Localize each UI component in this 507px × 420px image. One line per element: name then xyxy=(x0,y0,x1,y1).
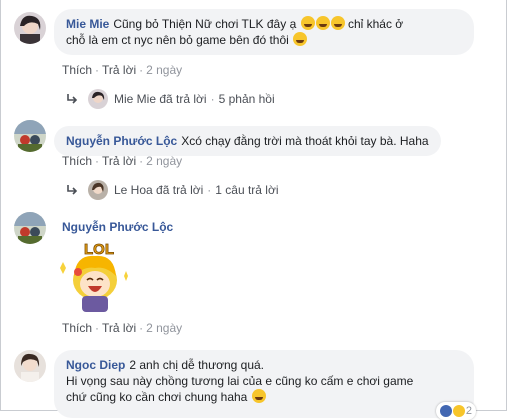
comment-author[interactable]: Ngoc Diep xyxy=(66,358,125,372)
reaction-count: 2 xyxy=(465,405,472,417)
reaction-summary[interactable]: 2 xyxy=(435,402,476,420)
reply-arrow-icon xyxy=(67,94,78,104)
comment-text: chứ cũng ko cần chơi chung haha xyxy=(66,390,248,404)
comment-author[interactable]: Nguyễn Phước Lộc xyxy=(62,220,173,234)
reply-link[interactable]: Trả lời xyxy=(102,321,136,335)
laugh-emoji-icon xyxy=(330,16,345,30)
sticker-caption: LOL xyxy=(84,241,114,258)
comment-actions: Thích · Trả lời · 2 ngày xyxy=(62,63,183,77)
laugh-emoji-icon xyxy=(315,16,330,30)
haha-reaction-icon xyxy=(452,405,465,417)
like-link[interactable]: Thích xyxy=(62,63,92,77)
avatar xyxy=(88,180,108,200)
lol-sticker: LOL xyxy=(54,236,136,316)
view-replies[interactable]: Le Hoa đã trả lời · 1 câu trả lời xyxy=(66,180,279,200)
grin-emoji-icon xyxy=(251,389,266,403)
like-link[interactable]: Thích xyxy=(62,321,92,335)
comment-bubble: Nguyễn Phước Lộc Xcó chạy đằng trời mà th… xyxy=(54,126,441,156)
comment-text: chỗ là em ct nyc nên bỏ game bên đó thôi xyxy=(66,33,289,47)
avatar[interactable] xyxy=(14,12,46,44)
timestamp[interactable]: 2 ngày xyxy=(146,154,182,168)
comment-actions: Thích · Trả lời · 2 ngày xyxy=(62,321,183,335)
comment-text: Cũng bỏ Thiện Nữ chơi TLK đây ạ xyxy=(113,17,297,31)
reply-author: Mie Mie xyxy=(114,92,157,106)
reply-author: Le Hoa xyxy=(114,183,153,197)
avatar[interactable] xyxy=(14,350,46,382)
comment-text: Hi vọng sau này chồng tương lai của e cũ… xyxy=(66,374,414,388)
comment-text: Xcó chạy đằng trời mà thoát khỏi tay bà.… xyxy=(181,134,429,148)
avatar[interactable] xyxy=(14,212,46,244)
reply-link[interactable]: Trả lời xyxy=(102,63,136,77)
laugh-emoji-icon xyxy=(300,16,315,30)
comment-author[interactable]: Mie Mie xyxy=(66,17,109,31)
timestamp[interactable]: 2 ngày xyxy=(146,63,182,77)
reply-count: 1 câu trả lời xyxy=(215,183,279,197)
comment-actions: Thích · Trả lời · 2 ngày xyxy=(62,154,183,168)
view-replies[interactable]: Mie Mie đã trả lời · 5 phản hồi xyxy=(66,89,275,109)
comment-author[interactable]: Nguyễn Phước Lộc xyxy=(66,134,177,148)
avatar[interactable] xyxy=(14,120,46,152)
comment-text: 2 anh chị dễ thương quá. xyxy=(129,358,265,372)
reply-arrow-icon xyxy=(67,185,78,195)
reply-count: 5 phản hồi xyxy=(218,92,275,106)
pacman-emoji-icon xyxy=(293,32,308,46)
comment-text: chỉ khác ở xyxy=(347,17,404,31)
comment-bubble: Ngoc Diep 2 anh chị dễ thương quá. Hi vọn… xyxy=(54,350,476,420)
comment-bubble: Mie Mie Cũng bỏ Thiện Nữ chơi TLK đây ạ c… xyxy=(54,9,474,55)
timestamp[interactable]: 2 ngày xyxy=(146,321,182,335)
avatar xyxy=(88,89,108,109)
like-link[interactable]: Thích xyxy=(62,154,92,168)
like-reaction-icon xyxy=(439,405,452,417)
reply-link[interactable]: Trả lời xyxy=(102,154,136,168)
